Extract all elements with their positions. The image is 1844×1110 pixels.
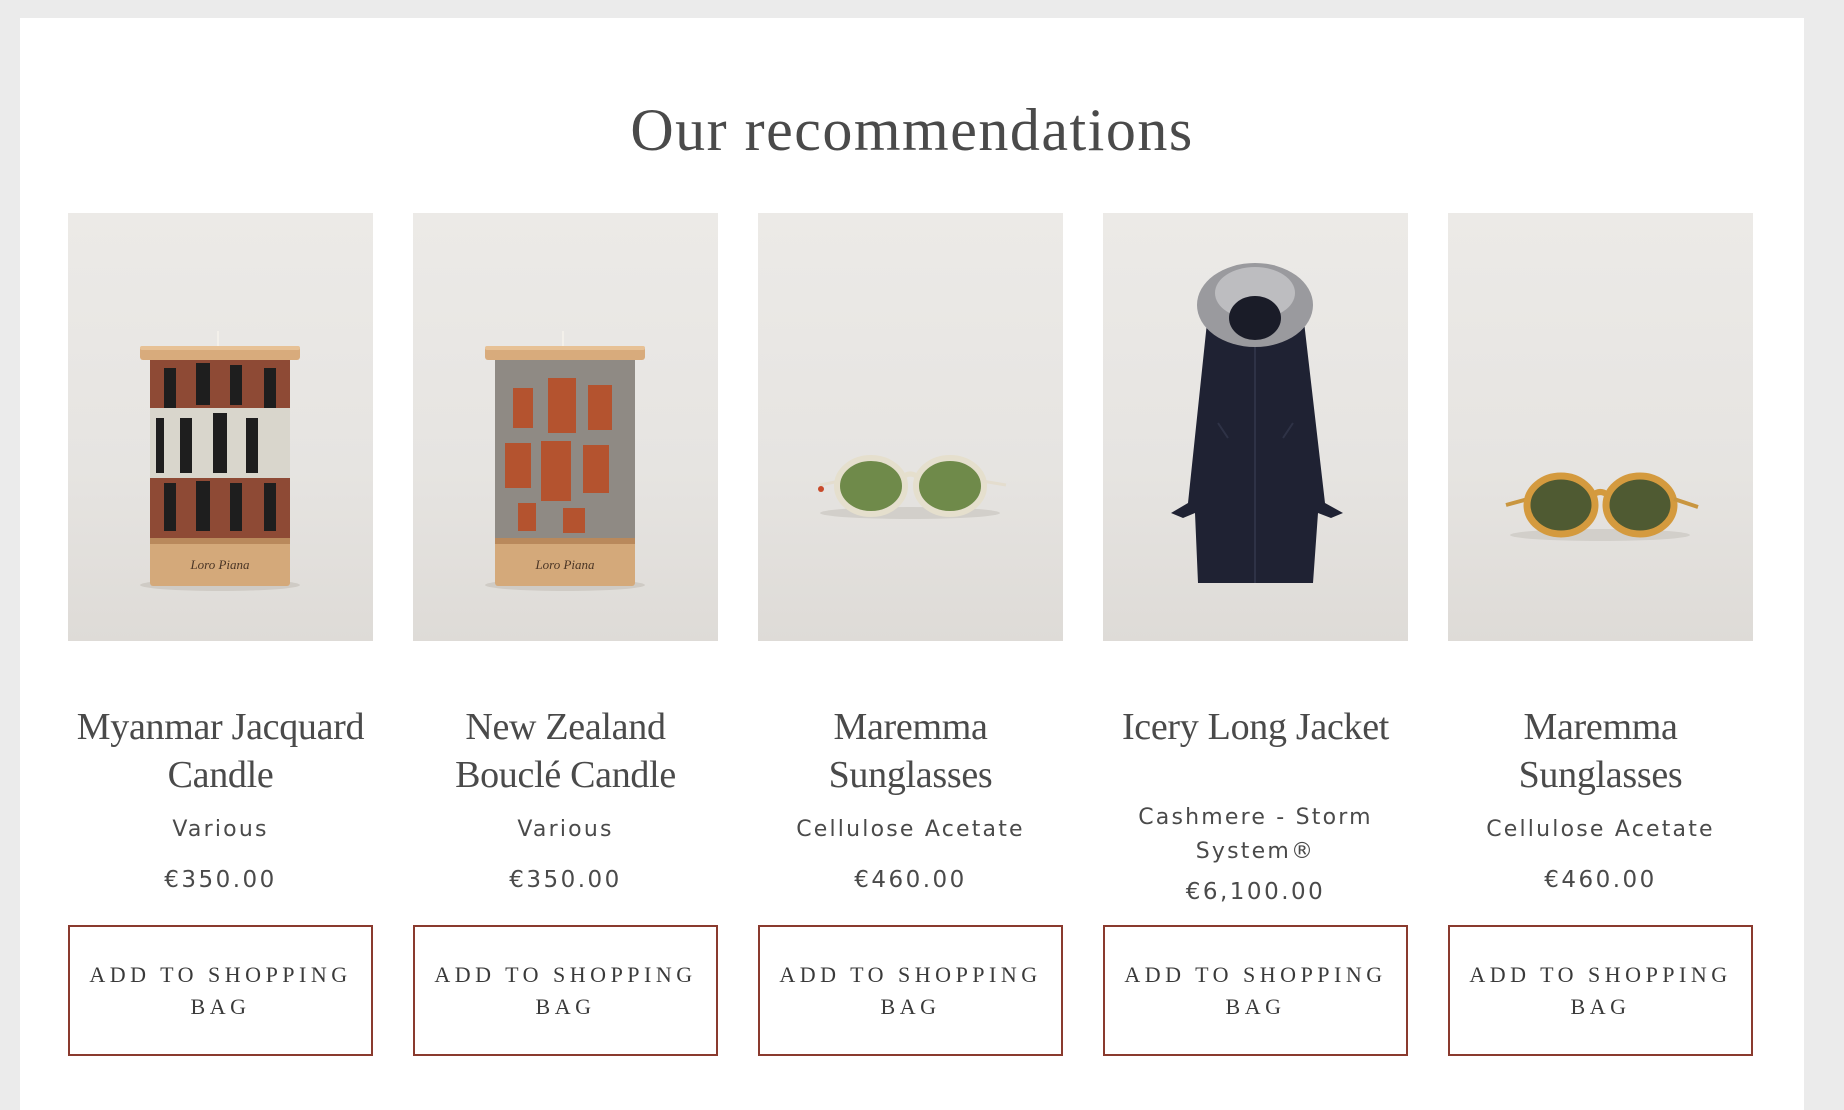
product-material: Cellulose Acetate [796,817,1025,842]
product-card: Icery Long Jacket Cashmere - Storm Syste… [1103,213,1408,905]
product-image[interactable] [758,213,1063,641]
product-material: Various [172,817,269,842]
product-image[interactable]: Loro Piana [68,213,373,641]
product-card: Loro Piana Myanmar Jacquard Candle Vario… [68,213,373,905]
product-image[interactable]: Loro Piana [413,213,718,641]
product-price: €460.00 [854,867,967,893]
product-image[interactable] [1103,213,1408,641]
add-to-bag-button[interactable]: ADD TO SHOPPING BAG [1448,925,1753,1056]
product-card: Maremma Sunglasses Cellulose Acetate €46… [1448,213,1753,905]
add-to-bag-button[interactable]: ADD TO SHOPPING BAG [758,925,1063,1056]
candle-boucle-icon: Loro Piana [485,331,645,591]
recommendations-panel: Our recommendations Loro Piana Myanmar J… [20,18,1804,1110]
product-price: €6,100.00 [1185,879,1326,905]
product-material: Various [517,817,614,842]
hooded-coat-icon [1171,263,1343,583]
add-to-bag-button[interactable]: ADD TO SHOPPING BAG [413,925,718,1056]
product-material: Cashmere - Storm System® [1138,805,1373,864]
product-grid: Loro Piana Myanmar Jacquard Candle Vario… [68,213,1753,905]
product-material: Cellulose Acetate [1486,817,1715,842]
product-image[interactable] [1448,213,1753,641]
svg-text:Loro Piana: Loro Piana [534,557,595,572]
product-price: €350.00 [509,867,622,893]
product-name[interactable]: Maremma Sunglasses [758,703,1063,799]
section-title: Our recommendations [630,97,1194,163]
product-card: Loro Piana New Zealand Bouclé Candle Var… [413,213,718,905]
sunglasses-clear-icon [818,455,1007,519]
product-name[interactable]: New Zealand Bouclé Candle [413,703,718,799]
add-to-bag-button[interactable]: ADD TO SHOPPING BAG [1103,925,1408,1056]
add-to-bag-button[interactable]: ADD TO SHOPPING BAG [68,925,373,1056]
candle-striped-icon: Loro Piana [140,331,300,591]
product-price: €460.00 [1544,867,1657,893]
svg-text:Loro Piana: Loro Piana [189,557,250,572]
product-card: Maremma Sunglasses Cellulose Acetate €46… [758,213,1063,905]
product-price: €350.00 [164,867,277,893]
sunglasses-amber-icon [1505,472,1699,541]
product-name[interactable]: Myanmar Jacquard Candle [68,703,373,799]
product-name[interactable]: Maremma Sunglasses [1448,703,1753,799]
product-name[interactable]: Icery Long Jacket [1103,703,1408,799]
